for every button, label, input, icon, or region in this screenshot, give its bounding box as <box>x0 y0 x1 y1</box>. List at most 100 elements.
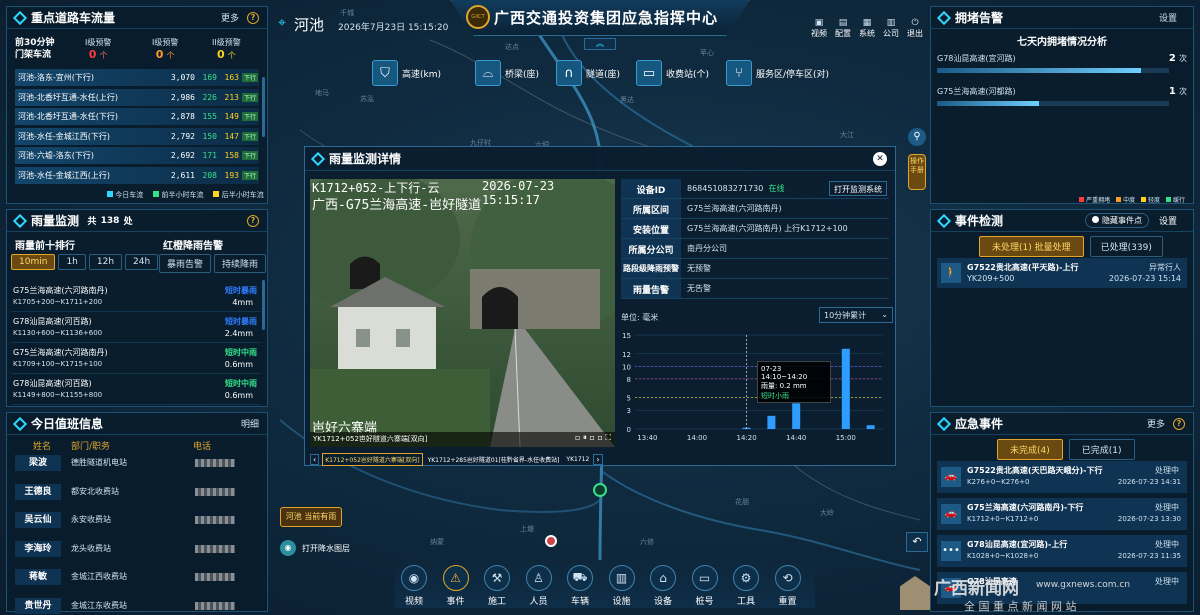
scrollbar[interactable] <box>262 280 265 330</box>
rain-row[interactable]: G78汕昆高速(河百路) K1149+800~K1155+800 短时中雨 0.6mm <box>11 376 261 405</box>
bottom-nav-label[interactable]: 重置 <box>768 594 808 607</box>
open-monitor-button[interactable]: 打开监测系统 <box>829 181 887 196</box>
tab-24h[interactable]: 24h <box>125 254 159 270</box>
camera-tab[interactable]: YK1712+285岜好隧道01[桂黔省界-水任收费站] <box>426 454 562 465</box>
more-link[interactable]: 更多 <box>1147 417 1165 430</box>
bottom-nav-label[interactable]: 施工 <box>477 594 517 607</box>
tool-icon[interactable]: ⚙ <box>733 565 759 591</box>
traffic-row[interactable]: 河池-水任-金城江西(下行) 2,792 150 147 下行 <box>15 127 259 145</box>
event-item[interactable]: 🚶 G7522贵北高速(平天路)-上行 YK209+500 异常行人 2026-… <box>937 258 1187 288</box>
help-icon[interactable]: ? <box>247 214 259 227</box>
duty-row[interactable]: 王德良 都安北收费站 <box>11 480 261 504</box>
video-button[interactable]: ▣ 视频 <box>810 18 828 39</box>
stat-tollstation[interactable]: ▭ 收费站(个) <box>636 56 709 90</box>
facility-icon[interactable]: ▥ <box>608 565 635 591</box>
more-link[interactable]: 更多 <box>221 11 239 24</box>
bar[interactable] <box>767 415 776 429</box>
stake-icon[interactable]: ▭ <box>691 565 718 591</box>
reset-icon[interactable]: ⟲ <box>774 565 801 591</box>
duty-row[interactable]: 李海玲 龙头收费站 <box>11 537 261 561</box>
camera-video[interactable]: K1712+052-上下行-云 2026-07-23 15:15:17 广西-G… <box>310 179 615 447</box>
company-button[interactable]: ▥ 公司 <box>882 18 900 39</box>
warning-icon[interactable]: ⚠ <box>442 565 469 591</box>
stat-service-area[interactable]: ⑂ 服务区/停车区(对) <box>726 56 829 90</box>
bottom-nav-label[interactable]: 事件 <box>436 594 476 607</box>
bottom-nav-label[interactable]: 车辆 <box>560 594 600 607</box>
map-marker[interactable] <box>545 535 557 547</box>
construction-icon[interactable]: ⚒ <box>484 565 510 591</box>
location-label[interactable]: 河池 <box>294 14 324 35</box>
search-button[interactable]: ⚲ <box>908 128 926 146</box>
settings-link[interactable]: 设置 <box>1159 11 1177 24</box>
duty-row[interactable]: 蒋敏 金城江西收费站 <box>11 565 261 589</box>
settings-link[interactable]: 设置 <box>1159 214 1177 227</box>
tab-1h[interactable]: 1h <box>58 254 86 270</box>
tab-unprocessed[interactable]: 未处理(1) 批量处理 <box>979 236 1084 257</box>
video-controls[interactable]: ▫ ⏸ ▫ ▫ ⛶ <box>575 433 611 443</box>
bottom-nav-label[interactable]: 人员 <box>519 594 559 607</box>
traffic-row[interactable]: 河池-北香圩互通-水任(下行) 2,878 155 149 下行 <box>15 108 259 125</box>
rain-row[interactable]: G75兰海高速(六河路南丹) K1709+100~K1715+100 短时中雨 0.6… <box>11 345 261 374</box>
video-icon[interactable]: ◉ <box>401 565 427 591</box>
interval-select[interactable]: 10分钟累计 ⌄ <box>819 307 893 323</box>
prev-camera-button[interactable]: ‹ <box>310 453 320 465</box>
warning-level-2[interactable]: I级预警 0 个 <box>152 37 178 61</box>
tab-storm-warning[interactable]: 暴雨告警 <box>159 254 212 273</box>
duty-row[interactable]: 吴云仙 永安收费站 <box>11 508 261 532</box>
tab-processed[interactable]: 已处理(339) <box>1089 236 1163 257</box>
traffic-row[interactable]: 河池-洛东-宜州(下行) 3,070 169 163 下行 <box>15 69 259 86</box>
stat-bridge[interactable]: ⌓ 桥梁(座) <box>475 56 539 90</box>
detail-link[interactable]: 明细 <box>241 417 259 430</box>
system-button[interactable]: ▦ 系统 <box>858 18 876 39</box>
stat-tunnel[interactable]: ∩ 隧道(座) <box>556 56 620 90</box>
bar[interactable] <box>866 425 875 429</box>
manual-button[interactable]: 操作手册 <box>908 154 926 190</box>
duty-row[interactable]: 贵世丹 金城江东收费站 <box>11 594 261 615</box>
dialog-close-button[interactable]: ✕ <box>873 151 887 166</box>
warning-level-1[interactable]: I级预警 0 个 <box>85 37 111 61</box>
tab-continuous-rain[interactable]: 持续降雨 <box>214 254 267 273</box>
bottom-nav-label[interactable]: 工具 <box>726 594 766 607</box>
bottom-nav-label[interactable]: 桩号 <box>685 594 725 607</box>
bar[interactable] <box>841 348 850 429</box>
traffic-row[interactable]: 河池-六墟-洛东(下行) 2,692 171 158 下行 <box>15 147 259 164</box>
back-button[interactable]: ↶ <box>906 532 928 552</box>
tab-10min[interactable]: 10min <box>11 254 56 270</box>
emergency-item[interactable]: 🚗 G7522贵北高速(天巴路天峨分)-下行 K276+0~K276+0 处理中 202… <box>937 461 1187 493</box>
stat-highway[interactable]: ⛉ 高速(km) <box>372 56 441 90</box>
camera-tab[interactable]: K1712+052岜好隧道六寨端[双向] <box>322 452 423 466</box>
traffic-row[interactable]: 河池-水任-金城江西(上行) 2,611 208 193 下行 <box>15 166 259 184</box>
vehicle-icon[interactable]: ⛟ <box>567 565 593 591</box>
collapse-header-button[interactable]: ︽ <box>584 38 616 50</box>
bar[interactable] <box>792 403 801 429</box>
config-button[interactable]: ▤ 配置 <box>834 18 852 39</box>
rain-row[interactable]: G75兰海高速(六河路南丹) K1705+200~K1711+200 短时暴雨 4mm <box>11 283 261 312</box>
emergency-item[interactable]: ••• G78汕昆高速(宜河路)-上行 K1028+0~K1028+0 处理中 2026… <box>937 535 1187 567</box>
map-marker[interactable] <box>593 483 607 497</box>
device-icon[interactable]: ⌂ <box>650 565 676 591</box>
congestion-row[interactable]: G75兰海高速(河都路) 1 次 <box>937 86 1187 112</box>
rain-layer-toggle[interactable]: ◉ 打开降水图层 <box>280 540 350 556</box>
scrollbar[interactable] <box>262 77 265 137</box>
hide-events-toggle[interactable]: 隐藏事件点 <box>1085 213 1149 228</box>
camera-tab[interactable]: YK1712 <box>564 455 590 464</box>
logout-button[interactable]: ⏻ 退出 <box>906 18 924 39</box>
tab-incomplete[interactable]: 未完成(4) <box>997 439 1063 460</box>
help-icon[interactable]: ? <box>1173 417 1185 430</box>
person-icon[interactable]: ♙ <box>525 565 552 591</box>
warning-level-3[interactable]: II级预警 0 个 <box>212 37 241 61</box>
emergency-item[interactable]: 🚗 G75兰海高速(六河路南丹)-下行 K1712+0~K1712+0 处理中 2026… <box>937 498 1187 530</box>
rain-row[interactable]: G78汕昆高速(河百路) K1130+600~K1136+600 短时暴雨 2.4mm <box>11 314 261 343</box>
tab-complete[interactable]: 已完成(1) <box>1068 439 1135 460</box>
bottom-nav-label[interactable]: 视频 <box>394 594 434 607</box>
bottom-nav-label[interactable]: 设备 <box>643 594 683 607</box>
bottom-nav-label[interactable]: 设施 <box>602 594 642 607</box>
congestion-row[interactable]: G78汕昆高速(宜河路) 2 次 <box>937 53 1187 79</box>
next-camera-button[interactable]: › <box>593 453 603 465</box>
rainfall-chart[interactable]: 0 3 5 8 10 12 15 13:40 14:00 14:20 14:40 15:00 <box>621 327 891 447</box>
traffic-row[interactable]: 河池-北香圩互通-水任(上行) 2,986 226 213 下行 <box>15 88 259 106</box>
duty-row[interactable]: 梁波 德胜隧道机电站 <box>11 451 261 475</box>
tab-12h[interactable]: 12h <box>88 254 123 270</box>
rain-status-tag[interactable]: 河池 当前有雨 <box>280 507 342 527</box>
help-icon[interactable]: ? <box>247 11 259 24</box>
